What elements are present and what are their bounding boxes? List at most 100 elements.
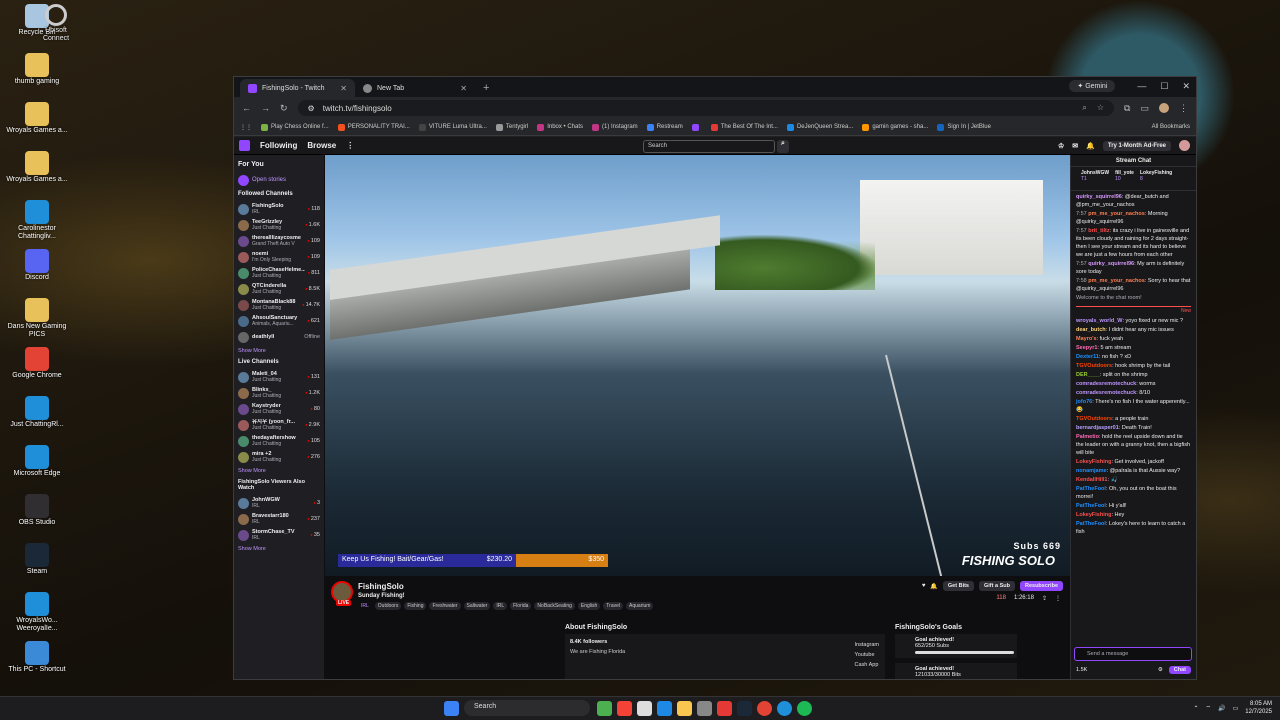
- bookmark[interactable]: [691, 123, 702, 131]
- chat-username[interactable]: PatTheFool: [1076, 486, 1106, 492]
- show-more-link[interactable]: Show More: [238, 348, 320, 354]
- show-more-link[interactable]: Show More: [238, 468, 320, 474]
- reload-icon[interactable]: ↻: [280, 103, 288, 114]
- profile-avatar[interactable]: [1159, 103, 1169, 113]
- chat-username[interactable]: Mayro's: [1076, 336, 1097, 342]
- desktop-icon[interactable]: Dans New Gaming PICS: [2, 296, 72, 344]
- chat-username[interactable]: nonamjame: [1076, 468, 1107, 474]
- channel-row[interactable]: FishingSoloIRL118: [238, 201, 320, 217]
- bookmark-star-icon[interactable]: ☆: [1097, 103, 1104, 113]
- chat-input[interactable]: Send a message: [1074, 647, 1192, 661]
- extensions-icon[interactable]: ⧉: [1124, 103, 1130, 114]
- prime-icon[interactable]: ♔: [1058, 142, 1064, 150]
- site-info-icon[interactable]: ⚙: [308, 104, 315, 113]
- chat-username[interactable]: comradesremotechuck: [1076, 390, 1136, 396]
- spotify-icon[interactable]: [797, 700, 812, 716]
- tag[interactable]: English: [577, 602, 601, 610]
- gifter[interactable]: LokeyFishing 8: [1140, 170, 1172, 187]
- settings-icon[interactable]: ⚙: [1158, 667, 1163, 673]
- chrome-icon[interactable]: [757, 700, 772, 716]
- close-tab-icon[interactable]: ✕: [340, 84, 347, 93]
- bookmark[interactable]: Play Chess Online f...: [261, 123, 329, 131]
- channel-row[interactable]: Bravestarr180IRL237: [238, 511, 320, 527]
- app-icon[interactable]: [617, 700, 632, 716]
- instagram-link[interactable]: Instagram: [855, 640, 879, 650]
- category-link[interactable]: IRL: [358, 602, 372, 610]
- channel-row[interactable]: JohnWGWIRL3: [238, 495, 320, 511]
- show-more-link[interactable]: Show More: [238, 546, 320, 552]
- ad-free-button[interactable]: Try 1-Month Ad-Free: [1102, 140, 1171, 151]
- tag[interactable]: Travel: [603, 602, 624, 610]
- chat-username[interactable]: PatTheFool: [1076, 521, 1106, 527]
- heart-icon[interactable]: ♥: [922, 583, 926, 589]
- more-options-icon[interactable]: ⋮: [1055, 595, 1061, 602]
- channel-row[interactable]: therealllizaycosmeGrand Theft Auto V109: [238, 233, 320, 249]
- gemini-button[interactable]: ✦ Gemini: [1069, 80, 1116, 92]
- channel-row[interactable]: KaystryderJust Chatting80: [238, 401, 320, 417]
- notifications-icon[interactable]: 🔔: [1086, 142, 1095, 150]
- close-tab-icon[interactable]: ✕: [460, 84, 467, 93]
- channel-name[interactable]: FishingSolo: [358, 582, 404, 591]
- chat-username[interactable]: KendallHill1: [1076, 477, 1107, 483]
- desktop-icon[interactable]: WroyalsWo... WeeroyalIe...: [2, 590, 72, 638]
- chat-username[interactable]: DER____: [1076, 372, 1100, 378]
- all-bookmarks[interactable]: All Bookmarks: [1152, 124, 1190, 130]
- menu-icon[interactable]: ⋮: [1179, 103, 1188, 114]
- user-avatar[interactable]: [1179, 140, 1190, 151]
- gifter[interactable]: JohnsWGW T1: [1081, 170, 1109, 187]
- chat-username[interactable]: TGVOutdoors: [1076, 416, 1112, 422]
- desktop-icon[interactable]: This PC - Shortcut: [2, 639, 72, 687]
- channel-row[interactable]: PoliceChaseHelme...Just Chatting811: [238, 265, 320, 281]
- chat-username[interactable]: LokeyFishing: [1076, 459, 1111, 465]
- chat-username[interactable]: Dexter11: [1076, 354, 1099, 360]
- channel-row[interactable]: deathlyll Offline: [238, 329, 320, 345]
- twitch-logo-icon[interactable]: [239, 140, 250, 151]
- wifi-icon[interactable]: ⌔: [1206, 704, 1212, 712]
- cashapp-link[interactable]: Cash App: [855, 660, 879, 670]
- channel-row[interactable]: thedayaftershowJust Chatting105: [238, 433, 320, 449]
- chat-username[interactable]: Palmetio: [1076, 434, 1099, 440]
- chat-username[interactable]: brit_tiltz: [1088, 228, 1109, 234]
- channel-row[interactable]: 유지우 (yoon_fr...Just Chatting2.9K: [238, 417, 320, 433]
- minimize-icon[interactable]: —: [1137, 81, 1146, 91]
- bookmark[interactable]: The Best Of The Int...: [710, 123, 778, 131]
- search-icon[interactable]: ⌕: [777, 140, 789, 153]
- back-icon[interactable]: ←: [242, 103, 251, 113]
- ubisoft-icon[interactable]: [45, 4, 67, 26]
- apps-icon[interactable]: ⋮⋮: [240, 124, 252, 131]
- chat-send-button[interactable]: Chat: [1168, 666, 1191, 674]
- chat-username[interactable]: dear_butch: [1076, 327, 1106, 333]
- battery-icon[interactable]: ▭: [1233, 705, 1239, 712]
- bookmark[interactable]: (1) Instagram: [592, 123, 638, 131]
- chat-username[interactable]: LokeyFishing: [1076, 512, 1111, 518]
- bookmark[interactable]: Restream: [646, 123, 683, 131]
- bookmark[interactable]: gamin games - sha...: [862, 123, 928, 131]
- file-explorer-icon[interactable]: [677, 700, 692, 716]
- tab-new-tab[interactable]: New Tab ✕: [355, 79, 475, 97]
- app-icon[interactable]: [717, 700, 732, 716]
- following-link[interactable]: Following: [260, 141, 297, 150]
- edge-icon[interactable]: [777, 700, 792, 716]
- desktop-icon[interactable]: Microsoft Edge: [2, 443, 72, 491]
- tag[interactable]: Florida: [510, 602, 532, 610]
- desktop-icon[interactable]: Just ChattingRl...: [2, 394, 72, 442]
- chat-username[interactable]: quirky_squirrel96: [1088, 261, 1134, 267]
- channel-row[interactable]: Blinkx_Just Chatting1.2K: [238, 385, 320, 401]
- bookmark[interactable]: Sign In | JetBlue: [937, 123, 991, 131]
- chat-username[interactable]: PatTheFool: [1076, 503, 1106, 509]
- tab-twitch[interactable]: FishingSolo - Twitch ✕: [240, 79, 355, 97]
- get-bits-button[interactable]: Get Bits: [942, 581, 974, 591]
- chat-username[interactable]: quirky_squirrel96: [1076, 194, 1122, 200]
- bell-icon[interactable]: 🔔: [930, 583, 937, 590]
- channel-row[interactable]: StormChase_TVIRL35: [238, 527, 320, 543]
- app-icon[interactable]: [597, 700, 612, 716]
- tray-chevron-icon[interactable]: ⌃: [1193, 705, 1198, 712]
- gifter[interactable]: fill_yote 10: [1115, 170, 1134, 187]
- channel-row[interactable]: Maleti_04Just Chatting131: [238, 369, 320, 385]
- steam-icon[interactable]: [737, 700, 752, 716]
- bookmark[interactable]: Inbox • Chats: [537, 123, 583, 131]
- zoom-icon[interactable]: ⌕: [1082, 103, 1086, 113]
- channel-row[interactable]: mira +2Just Chatting276: [238, 449, 320, 465]
- channel-row[interactable]: MontanaBlack88Just Chatting14.7K: [238, 297, 320, 313]
- maximize-icon[interactable]: ☐: [1160, 81, 1168, 92]
